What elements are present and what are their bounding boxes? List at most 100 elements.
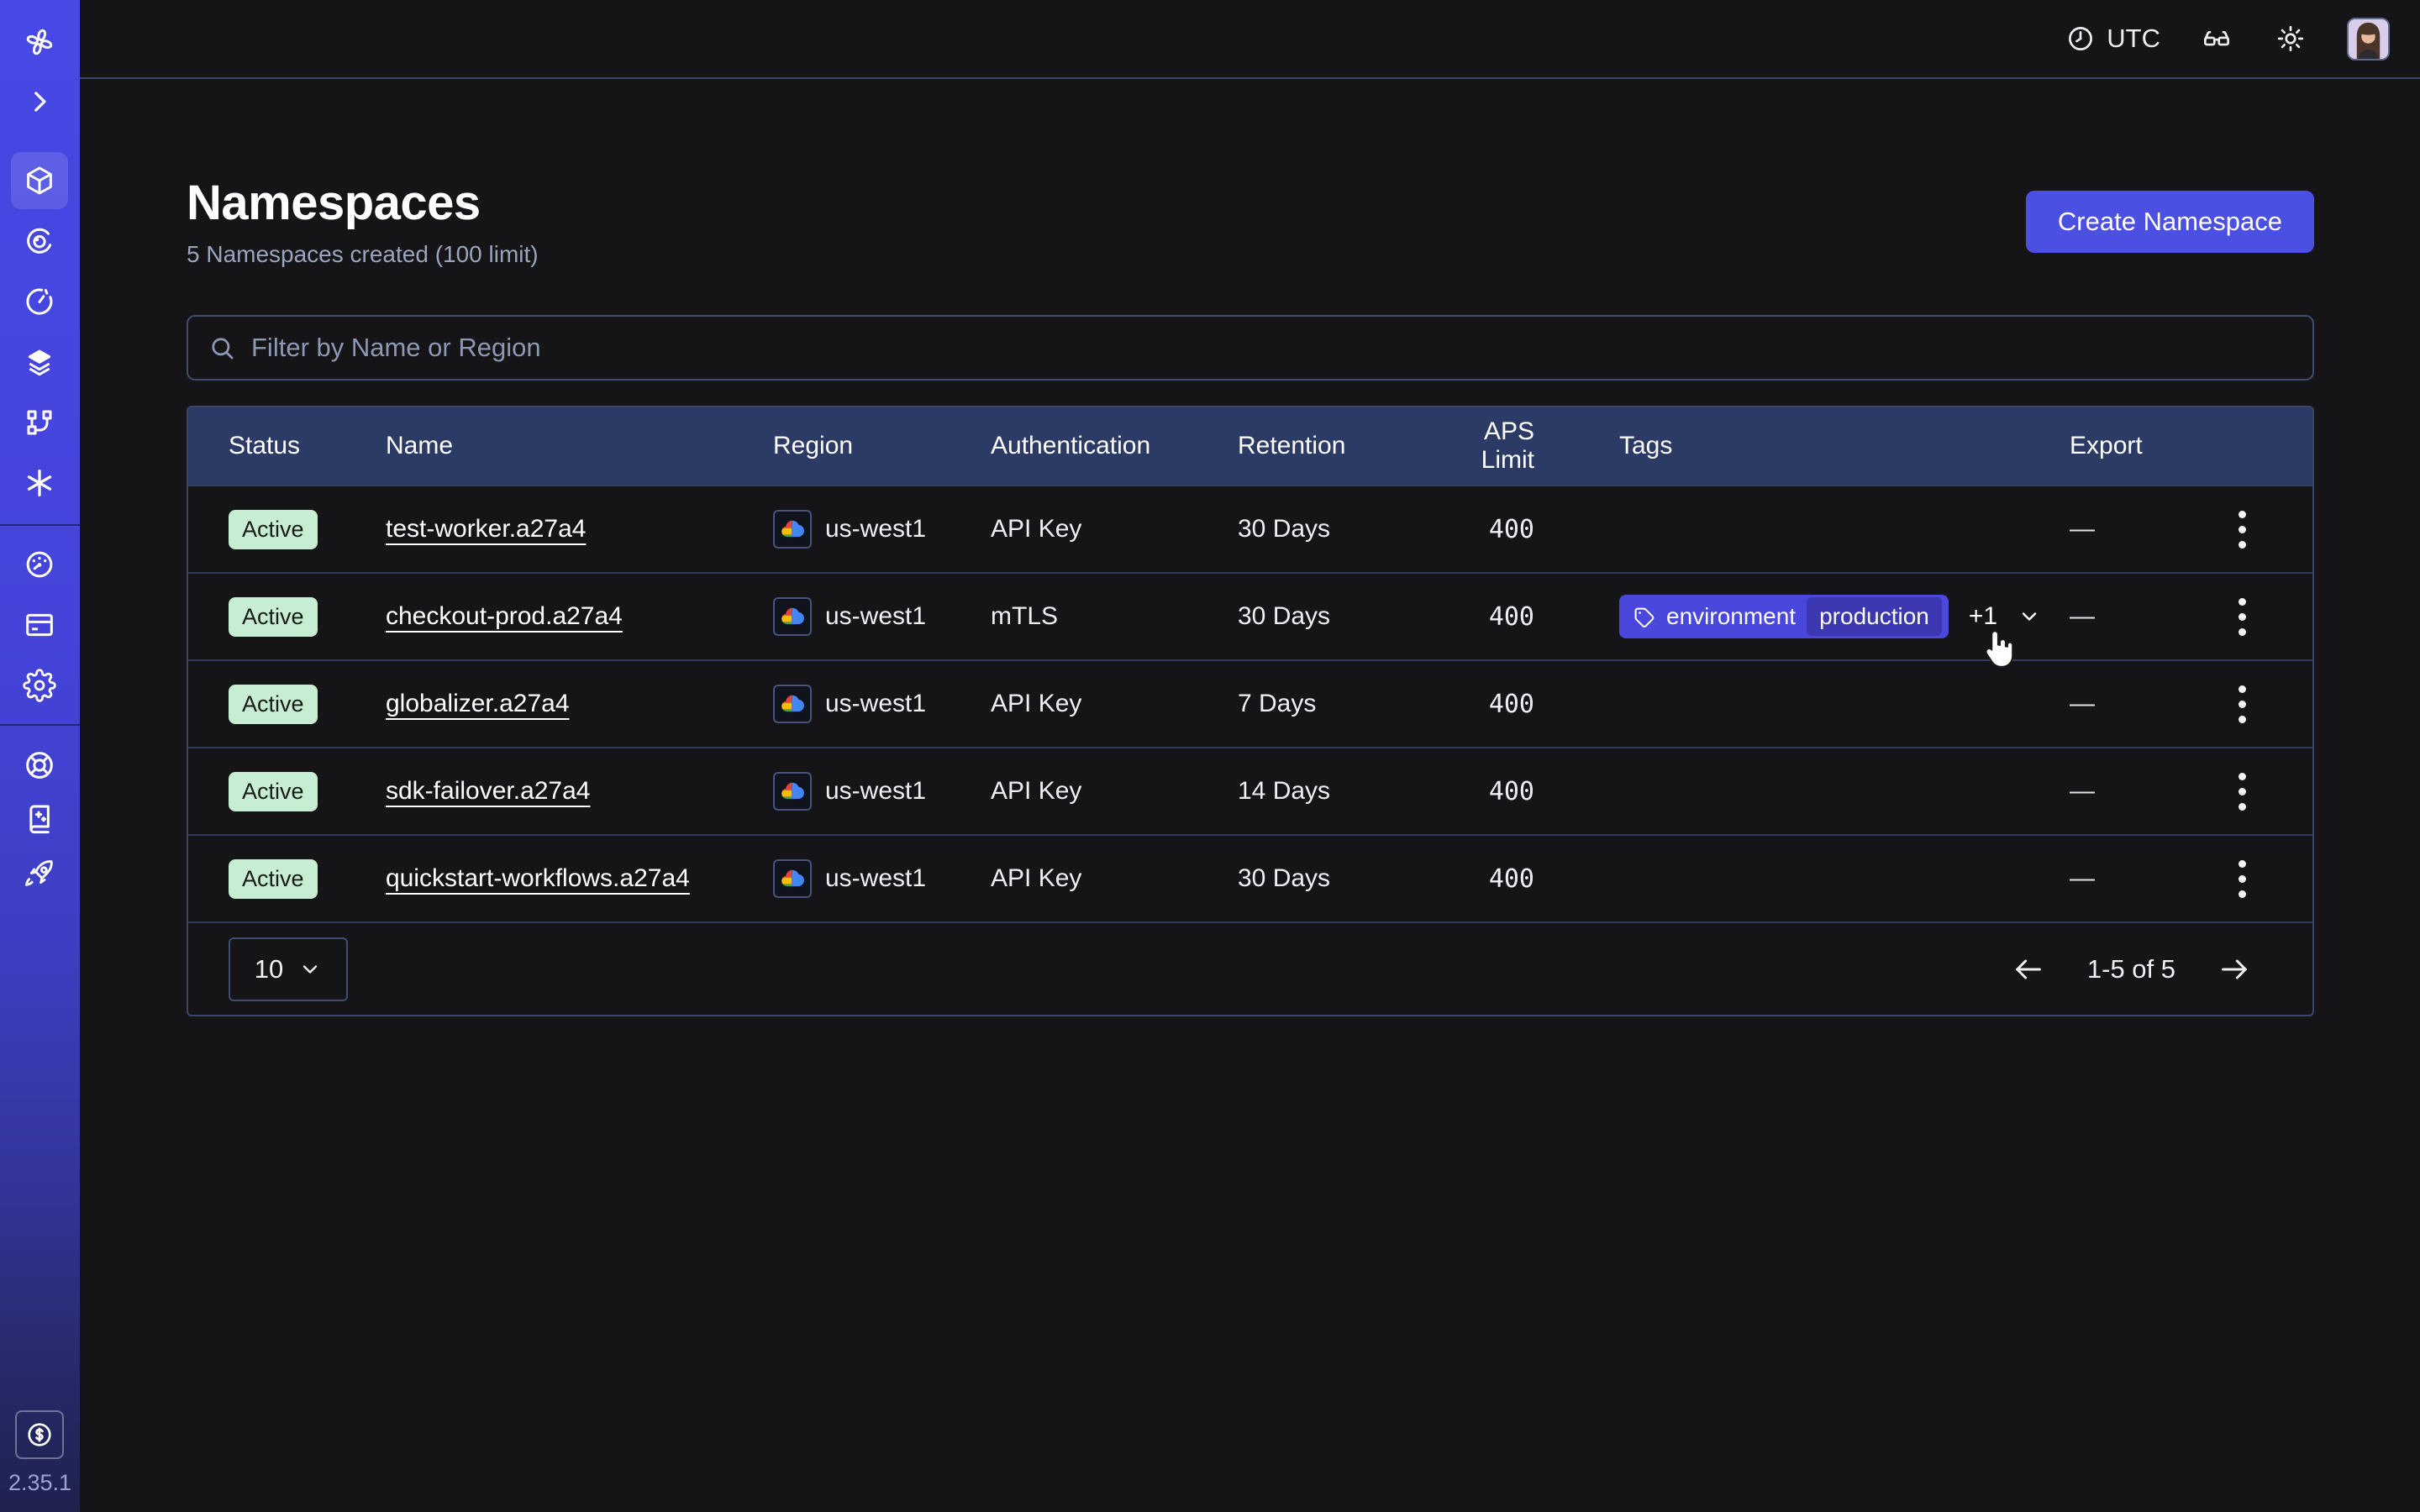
search-icon — [208, 334, 236, 362]
aps-limit-value: 400 — [1433, 602, 1534, 632]
row-menu-kebab[interactable] — [2229, 680, 2254, 727]
auth-value: API Key — [991, 515, 1238, 543]
region-label: us-west1 — [825, 864, 926, 893]
row-menu-kebab[interactable] — [2229, 506, 2254, 553]
col-status: Status — [229, 432, 386, 460]
gcp-cloud-icon — [773, 772, 812, 811]
page-size-value: 10 — [255, 954, 283, 984]
arrow-left-icon — [2012, 953, 2045, 986]
row-menu-kebab[interactable] — [2229, 768, 2254, 815]
sidebar-item-getting-started-rocket-icon[interactable] — [22, 857, 57, 892]
topbar: UTC — [80, 0, 2420, 79]
region-label: us-west1 — [825, 690, 926, 718]
region-label: us-west1 — [825, 515, 926, 543]
region-label: us-west1 — [825, 777, 926, 806]
gcp-cloud-icon — [773, 510, 812, 549]
filter-search-box[interactable] — [187, 315, 2314, 381]
aps-limit-value: 400 — [1433, 777, 1534, 806]
sidebar-expand-chevron-icon[interactable] — [22, 84, 57, 119]
col-authentication: Authentication — [991, 432, 1238, 460]
auth-value: API Key — [991, 690, 1238, 718]
sidebar-item-namespaces-cube-icon[interactable] — [22, 163, 57, 198]
retention-value: 30 Days — [1238, 515, 1433, 543]
table-row: Active checkout-prod.a27a4 us-west1 mTLS… — [188, 572, 2312, 659]
col-name: Name — [386, 432, 773, 460]
search-input[interactable] — [251, 333, 2292, 363]
gcp-cloud-icon — [773, 597, 812, 636]
sidebar-divider — [0, 724, 80, 726]
app-version: 2.35.1 — [0, 1470, 80, 1496]
timezone-label: UTC — [2107, 24, 2160, 54]
tag-expand-chevron-icon[interactable] — [2018, 605, 2041, 628]
page-subtitle: 5 Namespaces created (100 limit) — [187, 241, 539, 268]
sun-icon — [2275, 24, 2306, 54]
theme-toggle-button[interactable] — [2273, 21, 2308, 56]
avatar-portrait — [2349, 19, 2388, 59]
temporal-logo-icon[interactable] — [22, 24, 57, 60]
col-export: Export — [2070, 432, 2229, 460]
table-footer: 10 1-5 of 5 — [188, 921, 2312, 1015]
sidebar-item-support-lifebuoy-icon[interactable] — [22, 748, 57, 783]
col-aps-limit: APS Limit — [1433, 417, 1534, 475]
status-badge: Active — [229, 510, 318, 549]
sidebar-item-billing-card-icon[interactable] — [22, 607, 57, 643]
sidebar-item-schedules-timer-icon[interactable] — [22, 284, 57, 319]
status-badge: Active — [229, 597, 318, 637]
export-value: — — [2070, 777, 2229, 806]
row-menu-kebab[interactable] — [2229, 593, 2254, 640]
export-value: — — [2070, 515, 2229, 543]
sidebar-item-settings-gear-icon[interactable] — [22, 668, 57, 703]
auth-value: mTLS — [991, 602, 1238, 631]
col-region: Region — [773, 432, 991, 460]
prev-page-button[interactable] — [2009, 950, 2048, 989]
page-title: Namespaces — [187, 175, 539, 231]
export-value: — — [2070, 864, 2229, 893]
namespaces-table: Status Name Region Authentication Retent… — [187, 406, 2314, 1016]
timezone-selector[interactable]: UTC — [2065, 24, 2160, 54]
auth-value: API Key — [991, 864, 1238, 893]
labs-glasses-button[interactable] — [2199, 21, 2234, 56]
next-page-button[interactable] — [2215, 950, 2254, 989]
region-label: us-west1 — [825, 602, 926, 631]
chevron-down-icon — [298, 958, 322, 981]
row-menu-kebab[interactable] — [2229, 855, 2254, 902]
tag-icon — [1633, 606, 1655, 628]
retention-value: 30 Days — [1238, 864, 1433, 893]
tag-pill[interactable]: environment production — [1619, 595, 1949, 638]
table-row: Active test-worker.a27a4 us-west1 API Ke… — [188, 485, 2312, 572]
table-row: Active globalizer.a27a4 us-west1 API Key… — [188, 659, 2312, 747]
main-content: Namespaces 5 Namespaces created (100 lim… — [80, 81, 2420, 1512]
pagination: 1-5 of 5 — [2009, 950, 2254, 989]
credits-button[interactable] — [15, 1410, 64, 1459]
clock-icon — [2065, 24, 2096, 54]
sidebar-item-batch-branch-icon[interactable] — [22, 405, 57, 440]
sidebar-item-deployments-layers-icon[interactable] — [22, 344, 57, 380]
page-size-select[interactable]: 10 — [229, 937, 348, 1001]
gcp-cloud-icon — [773, 685, 812, 723]
namespace-link[interactable]: quickstart-workflows.a27a4 — [386, 864, 690, 892]
table-row: Active quickstart-workflows.a27a4 us-wes… — [188, 834, 2312, 921]
retention-value: 14 Days — [1238, 777, 1433, 806]
user-avatar[interactable] — [2347, 18, 2390, 60]
sidebar-item-monitoring-spiral-icon[interactable] — [22, 223, 57, 259]
tag-more-count[interactable]: +1 — [1969, 602, 1997, 631]
status-badge: Active — [229, 772, 318, 811]
glasses-icon — [2202, 24, 2232, 54]
retention-value: 7 Days — [1238, 690, 1433, 718]
sidebar-item-docs-book-icon[interactable] — [22, 801, 57, 837]
namespace-link[interactable]: checkout-prod.a27a4 — [386, 602, 623, 630]
namespace-link[interactable]: globalizer.a27a4 — [386, 690, 570, 717]
export-value: — — [2070, 690, 2229, 718]
aps-limit-value: 400 — [1433, 864, 1534, 894]
auth-value: API Key — [991, 777, 1238, 806]
namespace-link[interactable]: sdk-failover.a27a4 — [386, 777, 591, 805]
col-tags: Tags — [1534, 432, 2070, 460]
tag-key: environment — [1666, 603, 1796, 630]
sidebar-item-nexus-asterisk-icon[interactable] — [22, 465, 57, 501]
create-namespace-button[interactable]: Create Namespace — [2026, 191, 2314, 253]
page-range-label: 1-5 of 5 — [2087, 954, 2175, 984]
status-badge: Active — [229, 859, 318, 899]
namespace-link[interactable]: test-worker.a27a4 — [386, 515, 586, 543]
sidebar-item-usage-gauge-icon[interactable] — [22, 547, 57, 582]
sidebar-divider — [0, 524, 80, 526]
